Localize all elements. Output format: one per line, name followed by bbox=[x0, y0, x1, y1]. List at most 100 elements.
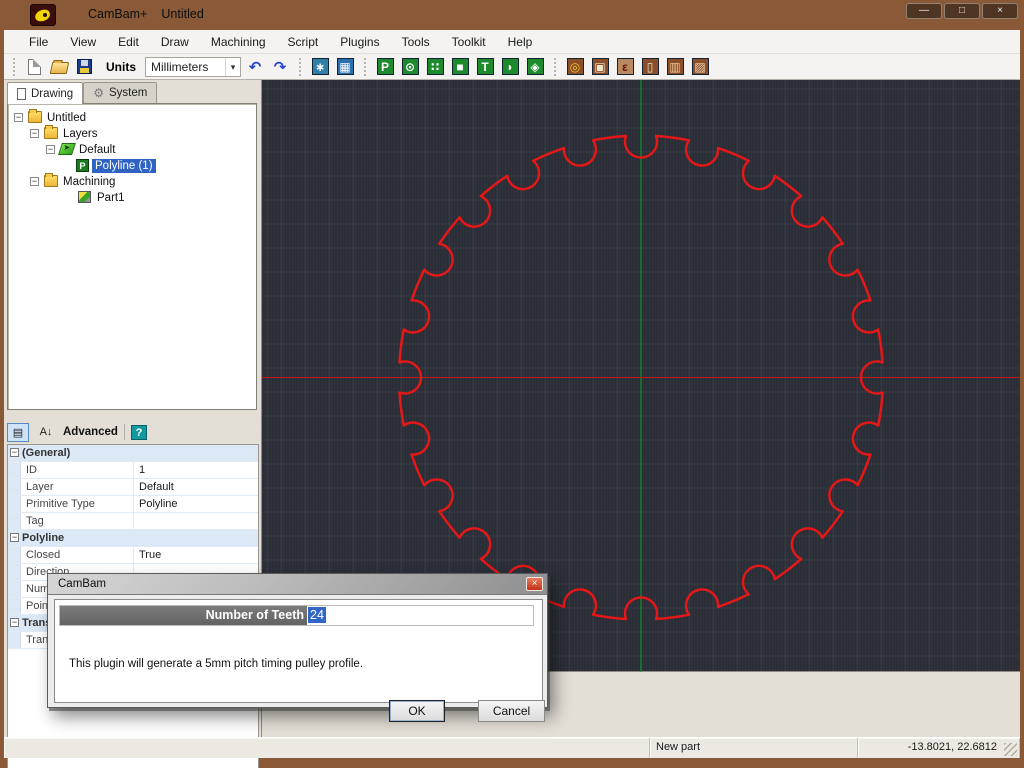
ok-button[interactable]: OK bbox=[389, 700, 445, 722]
property-category[interactable]: −Polyline bbox=[8, 530, 258, 547]
tree-item-label[interactable]: Default bbox=[76, 143, 118, 157]
undo-button[interactable]: ↶ bbox=[244, 56, 266, 78]
collapse-icon[interactable]: − bbox=[46, 145, 55, 154]
menu-machining[interactable]: Machining bbox=[200, 32, 277, 52]
tab-system[interactable]: ⚙System bbox=[83, 82, 157, 103]
menu-tools[interactable]: Tools bbox=[391, 32, 441, 52]
menu-help[interactable]: Help bbox=[497, 32, 544, 52]
tree-item-machining[interactable]: − Machining bbox=[8, 174, 256, 190]
property-value[interactable]: True bbox=[133, 547, 258, 563]
rectangle-icon: ■ bbox=[452, 58, 469, 75]
circle-icon: ⊙ bbox=[402, 58, 419, 75]
property-category[interactable]: −(General) bbox=[8, 445, 258, 462]
toolbar-grip bbox=[363, 58, 367, 76]
draw-text-button[interactable]: T bbox=[474, 56, 496, 78]
resize-grip[interactable] bbox=[1004, 743, 1017, 756]
menu-script[interactable]: Script bbox=[277, 32, 330, 52]
property-name: Primitive Type bbox=[21, 496, 133, 512]
layer-icon bbox=[58, 143, 76, 155]
units-value: Millimeters bbox=[146, 60, 225, 74]
open-file-button[interactable] bbox=[48, 56, 70, 78]
polyline-icon: P bbox=[76, 159, 89, 172]
tree-item-label[interactable]: Untitled bbox=[44, 111, 89, 125]
property-row[interactable]: Tag bbox=[8, 513, 258, 530]
advanced-label[interactable]: Advanced bbox=[63, 426, 118, 438]
minimize-button[interactable]: — bbox=[906, 3, 942, 19]
app-logo-icon bbox=[30, 4, 56, 26]
units-select[interactable]: Millimeters▾ bbox=[145, 57, 241, 77]
sort-alphabetical-button[interactable]: A↓ bbox=[35, 423, 57, 442]
cam-drill-button[interactable]: ▯ bbox=[639, 56, 661, 78]
tree-item-label[interactable]: Polyline (1) bbox=[92, 159, 156, 173]
collapse-icon[interactable]: − bbox=[14, 113, 23, 122]
dialog-close-icon[interactable]: × bbox=[526, 577, 543, 591]
menu-toolkit[interactable]: Toolkit bbox=[441, 32, 497, 52]
tree-item-polyline-1-[interactable]: PPolyline (1) bbox=[8, 158, 256, 174]
tree-item-label[interactable]: Part1 bbox=[94, 191, 128, 205]
solid-icon: ◈ bbox=[527, 58, 544, 75]
toolbar: UnitsMillimeters▾↶↷∗▦P⊙∷■T◗◈◎▣ε▯▥▨ bbox=[4, 54, 1020, 80]
row-gutter bbox=[8, 598, 21, 614]
tree-item-untitled[interactable]: − Untitled bbox=[8, 110, 256, 126]
grid-toggle-button[interactable]: ▦ bbox=[334, 56, 356, 78]
combo-dropdown-icon[interactable]: ▾ bbox=[225, 58, 240, 76]
cam-lathe-button[interactable]: ▥ bbox=[664, 56, 686, 78]
menu-file[interactable]: File bbox=[18, 32, 59, 52]
menu-view[interactable]: View bbox=[59, 32, 107, 52]
new-file-button[interactable] bbox=[23, 56, 45, 78]
cam-heightmap-button[interactable]: ▨ bbox=[689, 56, 711, 78]
collapse-icon[interactable]: − bbox=[30, 177, 39, 186]
collapse-icon[interactable]: − bbox=[10, 618, 19, 627]
row-gutter bbox=[8, 479, 21, 495]
cam-pocket-button[interactable]: ▣ bbox=[589, 56, 611, 78]
dialog-content: Number of Teeth 24 This plugin will gene… bbox=[54, 599, 543, 703]
tree-item-part1[interactable]: Part1 bbox=[8, 190, 256, 206]
title-bar[interactable]: CamBam+Untitled —□× bbox=[0, 0, 1024, 30]
maximize-button[interactable]: □ bbox=[944, 3, 980, 19]
drill-icon: ▯ bbox=[642, 58, 659, 75]
tree-item-default[interactable]: − Default bbox=[8, 142, 256, 158]
draw-points-button[interactable]: ∷ bbox=[424, 56, 446, 78]
draw-rectangle-button[interactable]: ■ bbox=[449, 56, 471, 78]
tree-item-label[interactable]: Machining bbox=[60, 175, 118, 189]
collapse-icon[interactable]: − bbox=[10, 448, 19, 457]
row-gutter bbox=[8, 581, 21, 597]
collapse-icon[interactable]: − bbox=[30, 129, 39, 138]
draw-solid-button[interactable]: ◈ bbox=[524, 56, 546, 78]
draw-surface-button[interactable]: ◗ bbox=[499, 56, 521, 78]
toolbar-grip bbox=[553, 58, 557, 76]
save-button[interactable] bbox=[73, 56, 95, 78]
tree-item-layers[interactable]: − Layers bbox=[8, 126, 256, 142]
draw-circle-button[interactable]: ⊙ bbox=[399, 56, 421, 78]
close-button[interactable]: × bbox=[982, 3, 1018, 19]
menu-draw[interactable]: Draw bbox=[150, 32, 200, 52]
profile-icon: ◎ bbox=[567, 58, 584, 75]
property-value[interactable]: Polyline bbox=[133, 496, 258, 512]
dialog-message: This plugin will generate a 5mm pitch ti… bbox=[69, 658, 363, 670]
collapse-icon[interactable]: − bbox=[10, 533, 19, 542]
categorized-icon: ▤ bbox=[13, 426, 23, 439]
categorized-view-button[interactable]: ▤ bbox=[7, 423, 29, 442]
dialog-title-bar[interactable]: CamBam × bbox=[48, 574, 547, 595]
property-row[interactable]: LayerDefault bbox=[8, 479, 258, 496]
tree-item-label[interactable]: Layers bbox=[60, 127, 101, 141]
tab-drawing[interactable]: Drawing bbox=[7, 82, 83, 104]
cam-profile-button[interactable]: ◎ bbox=[564, 56, 586, 78]
property-row[interactable]: ClosedTrue bbox=[8, 547, 258, 564]
property-value[interactable]: 1 bbox=[133, 462, 258, 478]
draw-polyline-button[interactable]: P bbox=[374, 56, 396, 78]
cancel-button[interactable]: Cancel bbox=[478, 700, 545, 722]
cam-engrave-button[interactable]: ε bbox=[614, 56, 636, 78]
teeth-input[interactable]: 24 bbox=[307, 606, 533, 625]
axis-toggle-button[interactable]: ∗ bbox=[309, 56, 331, 78]
property-value[interactable] bbox=[133, 513, 258, 529]
menu-edit[interactable]: Edit bbox=[107, 32, 150, 52]
teeth-field-row: Number of Teeth 24 bbox=[59, 605, 534, 626]
property-row[interactable]: ID1 bbox=[8, 462, 258, 479]
redo-button[interactable]: ↷ bbox=[269, 56, 291, 78]
property-row[interactable]: Primitive TypePolyline bbox=[8, 496, 258, 513]
property-value[interactable]: Default bbox=[133, 479, 258, 495]
help-icon[interactable]: ? bbox=[131, 425, 147, 440]
menu-plugins[interactable]: Plugins bbox=[329, 32, 390, 52]
status-message bbox=[4, 738, 650, 758]
